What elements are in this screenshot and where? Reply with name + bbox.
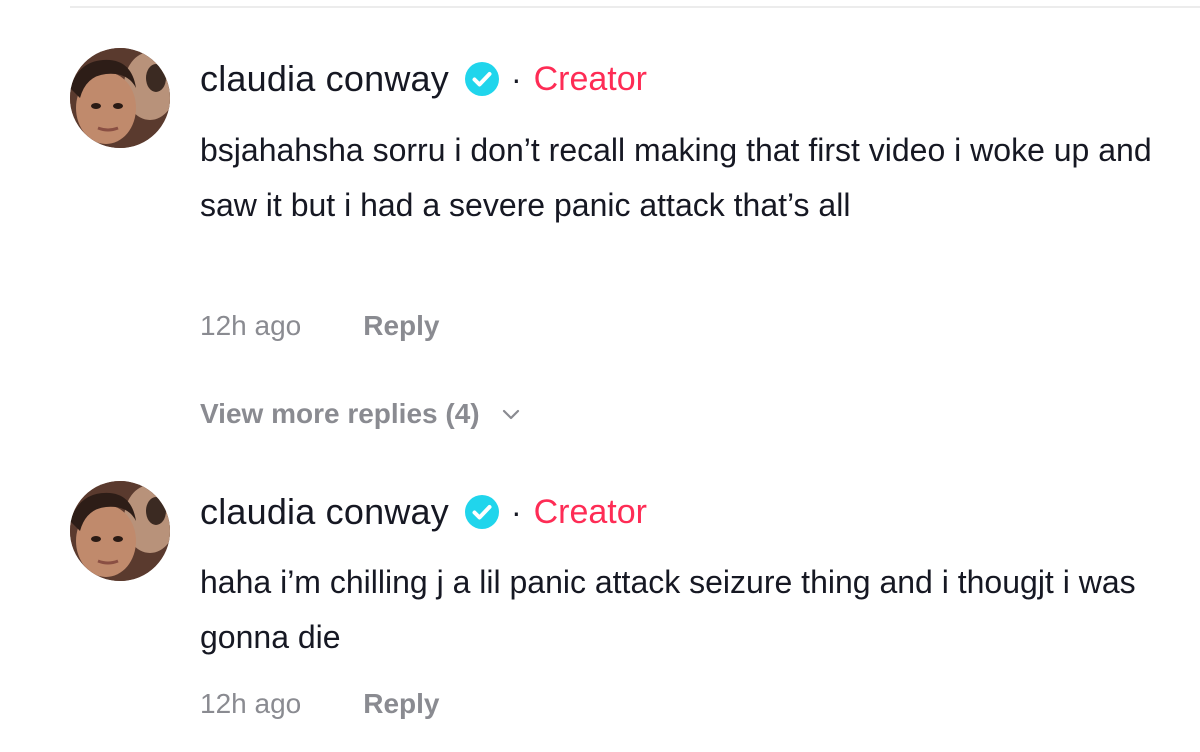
view-more-replies-label: View more replies (4)	[200, 398, 480, 429]
chevron-down-icon	[500, 403, 522, 425]
avatar[interactable]	[70, 48, 170, 148]
comment-meta: 12h ago Reply	[200, 306, 439, 346]
comment-header: claudia conway · Creator	[200, 488, 647, 536]
creator-badge: Creator	[533, 59, 647, 98]
reply-button[interactable]: Reply	[363, 688, 439, 720]
timestamp: 12h ago	[200, 688, 302, 719]
comment-header: claudia conway · Creator	[200, 55, 647, 103]
verified-badge-icon	[464, 62, 499, 96]
comment-text: haha i’m chilling j a lil panic attack s…	[200, 564, 1136, 655]
username[interactable]: claudia conway	[200, 58, 449, 100]
comment-meta: 12h ago Reply	[200, 684, 439, 724]
username[interactable]: claudia conway	[200, 491, 449, 533]
separator-dot: ·	[510, 60, 522, 97]
separator-dot: ·	[510, 493, 522, 530]
top-divider	[70, 6, 1200, 8]
timestamp: 12h ago	[200, 310, 302, 341]
reply-button[interactable]: Reply	[363, 310, 439, 342]
creator-badge: Creator	[533, 492, 647, 531]
comment-text: bsjahahsha sorru i don’t recall making t…	[200, 132, 1152, 223]
avatar[interactable]	[70, 481, 170, 581]
verified-badge-icon	[464, 495, 499, 529]
view-more-replies-button[interactable]: View more replies (4)	[200, 394, 522, 434]
